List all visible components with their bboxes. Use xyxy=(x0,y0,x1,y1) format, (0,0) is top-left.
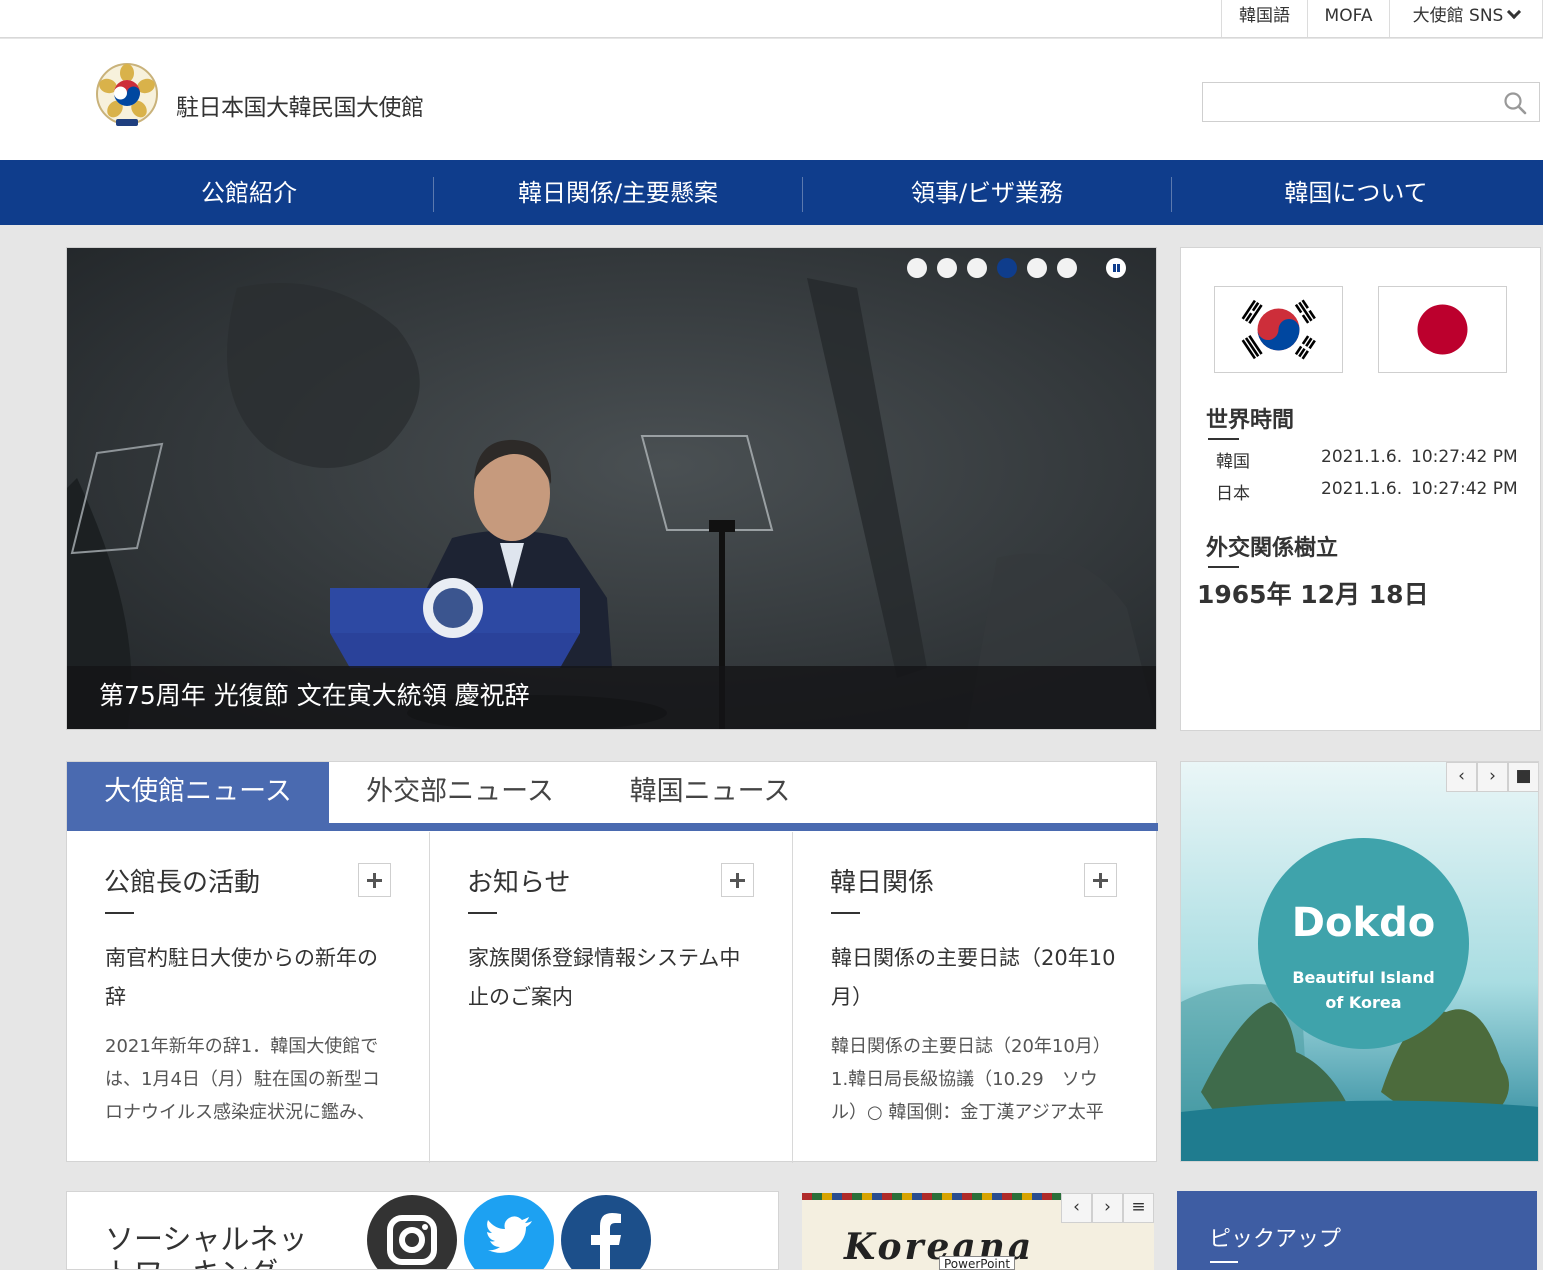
slider-dot[interactable] xyxy=(937,258,957,278)
stop-icon[interactable]: ■ xyxy=(1508,762,1538,792)
chevron-down-icon xyxy=(1507,4,1522,20)
tooltip: PowerPoint xyxy=(939,1256,1016,1270)
hero-slider[interactable]: 第75周年 光復節 文在寅大統領 慶祝辞 xyxy=(66,247,1157,730)
search-icon[interactable] xyxy=(1503,91,1527,115)
japan-flag-icon xyxy=(1378,286,1507,373)
social-panel: ソーシャルネットワーキング xyxy=(66,1191,779,1270)
news-summary[interactable]: 2021年新年の辞1．韓国大使館では、1月4日（月）駐在国の新型コロナウイルス感… xyxy=(105,1030,397,1129)
timezone-row-korea: 韓国 2021.1.6. 10:27:42 PM xyxy=(1216,447,1518,472)
news-column-ambassador: 公館長の活動 南官杓駐日大使からの新年の辞 2021年新年の辞1．韓国大使館では… xyxy=(67,832,430,1163)
language-link[interactable]: 韓国語 xyxy=(1221,0,1307,37)
prev-icon[interactable]: ‹ xyxy=(1446,762,1477,792)
slider-dot[interactable] xyxy=(907,258,927,278)
slider-dot[interactable] xyxy=(967,258,987,278)
timezone-name: 韓国 xyxy=(1216,452,1250,472)
facebook-icon[interactable] xyxy=(561,1195,651,1269)
dokdo-subtitle: Beautiful Island of Korea xyxy=(1181,965,1538,1015)
nav-item-about-korea[interactable]: 韓国について xyxy=(1172,160,1540,225)
slider-dot[interactable] xyxy=(1057,258,1077,278)
relations-date: 1965年 12月 18日 xyxy=(1197,580,1429,609)
slider-dot[interactable] xyxy=(1027,258,1047,278)
site-header: 駐日本国大韓民国大使館 xyxy=(0,39,1543,160)
column-rule xyxy=(105,912,134,914)
hero-image xyxy=(67,248,1156,729)
news-headline[interactable]: 家族関係登録情報システム中止のご案内 xyxy=(468,939,758,1017)
news-headline[interactable]: 南官杓駐日大使からの新年の辞 xyxy=(105,939,395,1017)
title-rule xyxy=(1208,438,1239,440)
timezone-time: 10:27:42 PM xyxy=(1411,447,1518,467)
news-column-notice: お知らせ 家族関係登録情報システム中止のご案内 xyxy=(430,832,793,1163)
mofa-link[interactable]: MOFA xyxy=(1307,0,1389,37)
hero-caption[interactable]: 第75周年 光復節 文在寅大統領 慶祝辞 xyxy=(67,666,1156,729)
timezone-name: 日本 xyxy=(1216,484,1250,504)
next-icon[interactable]: › xyxy=(1477,762,1508,792)
menu-icon[interactable]: ≡ xyxy=(1123,1193,1154,1223)
nav-item-embassy-intro[interactable]: 公館紹介 xyxy=(65,160,433,225)
timezone-time: 10:27:42 PM xyxy=(1411,479,1518,499)
next-icon[interactable]: › xyxy=(1092,1193,1123,1223)
timezone-date: 2021.1.6. xyxy=(1321,447,1403,467)
social-title: ソーシャルネットワーキング xyxy=(105,1222,308,1269)
nav-item-korea-japan[interactable]: 韓日関係/主要懸案 xyxy=(434,160,802,225)
dokdo-subtitle-text: Beautiful Island of Korea xyxy=(1292,968,1435,1012)
slider-dot-active[interactable] xyxy=(997,258,1017,278)
search-input[interactable] xyxy=(1203,83,1483,121)
embassy-emblem-logo[interactable] xyxy=(94,61,160,131)
utility-bar: 韓国語 MOFA 大使館 SNS xyxy=(0,0,1543,38)
title-rule xyxy=(1208,566,1239,568)
instagram-icon[interactable] xyxy=(367,1195,457,1269)
column-rule xyxy=(468,912,497,914)
main-nav: 公館紹介 韓日関係/主要懸案 領事/ビザ業務 韓国について xyxy=(0,160,1543,225)
pickup-rule xyxy=(1210,1261,1238,1263)
column-rule xyxy=(831,912,860,914)
column-title: 公館長の活動 xyxy=(104,868,261,898)
news-headline[interactable]: 韓日関係の主要日誌（20年10月） xyxy=(831,939,1121,1017)
world-time-title: 世界時間 xyxy=(1206,408,1295,433)
more-plus-icon[interactable] xyxy=(721,863,754,897)
tab-underline xyxy=(67,823,1158,831)
korea-flag-icon xyxy=(1214,286,1343,373)
timezone-date: 2021.1.6. xyxy=(1321,479,1403,499)
relations-title: 外交関係樹立 xyxy=(1206,536,1339,561)
sns-dropdown-label: 大使館 SNS xyxy=(1412,6,1504,26)
prev-icon[interactable]: ‹ xyxy=(1061,1193,1092,1223)
news-panel: 大使館ニュース 外交部ニュース 韓国ニュース 公館長の活動 南官杓駐日大使からの… xyxy=(66,761,1158,1163)
tab-mofa-news[interactable]: 外交部ニュース xyxy=(329,762,591,824)
tab-korea-news[interactable]: 韓国ニュース xyxy=(591,762,829,824)
column-title: 韓日関係 xyxy=(830,868,935,898)
sns-dropdown[interactable]: 大使館 SNS xyxy=(1389,0,1543,37)
twitter-icon[interactable] xyxy=(464,1195,554,1269)
timezone-row-japan: 日本 2021.1.6. 10:27:42 PM xyxy=(1216,479,1518,504)
search-box xyxy=(1202,82,1540,122)
tab-embassy-news[interactable]: 大使館ニュース xyxy=(67,762,329,824)
news-summary[interactable]: 韓日関係の主要日誌（20年10月）1.韓日局長級協議（10.29 ソウル）○ 韓… xyxy=(831,1030,1123,1129)
news-column-korea-japan: 韓日関係 韓日関係の主要日誌（20年10月） 韓日関係の主要日誌（20年10月）… xyxy=(793,832,1158,1163)
pickup-title: ピックアップ xyxy=(1209,1227,1342,1252)
column-title: お知らせ xyxy=(467,868,571,898)
pickup-panel[interactable]: ピックアップ xyxy=(1177,1191,1537,1270)
side-info-panel: 世界時間 韓国 2021.1.6. 10:27:42 PM 日本 2021.1.… xyxy=(1180,247,1541,731)
dokdo-title: Dokdo xyxy=(1291,900,1436,946)
more-plus-icon[interactable] xyxy=(358,863,391,897)
dokdo-banner[interactable]: Dokdo Beautiful Island of Korea ‹ › ■ xyxy=(1180,761,1539,1162)
more-plus-icon[interactable] xyxy=(1084,863,1117,897)
site-title[interactable]: 駐日本国大韓民国大使館 xyxy=(176,88,424,122)
nav-item-consular-visa[interactable]: 領事/ビザ業務 xyxy=(803,160,1171,225)
pause-icon[interactable] xyxy=(1106,258,1126,278)
news-tabs: 大使館ニュース 外交部ニュース 韓国ニュース xyxy=(67,762,1158,824)
